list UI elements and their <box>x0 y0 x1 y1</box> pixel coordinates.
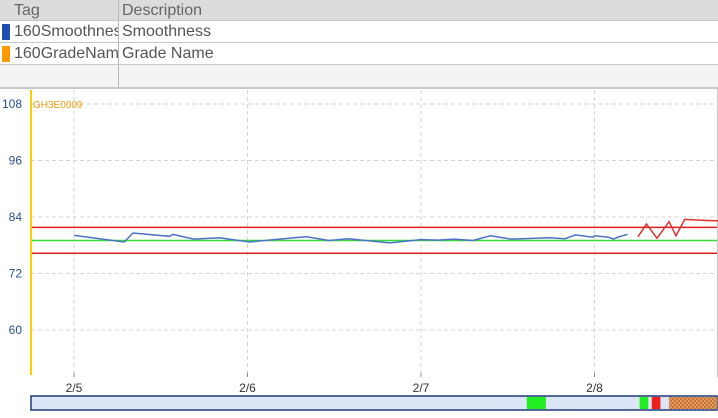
grade-segment <box>651 397 661 409</box>
y-tick-label: 96 <box>9 154 23 168</box>
table-row-empty[interactable] <box>0 65 718 88</box>
tag-column-header[interactable]: Tag <box>12 0 119 20</box>
table-row[interactable]: 160GradeName Grade Name <box>0 43 718 65</box>
trend-chart[interactable]: 108 96 84 72 60 2/5 2/6 2/7 2/8 GH3E0009 <box>0 88 718 413</box>
x-tick-label: 2/8 <box>586 381 603 395</box>
description-column-header[interactable]: Description <box>120 0 718 20</box>
trend-chart-svg[interactable]: 108 96 84 72 60 2/5 2/6 2/7 2/8 GH3E0009 <box>0 88 718 413</box>
x-tick-label: 2/5 <box>66 381 83 395</box>
table-row[interactable]: 160Smoothness Smoothness <box>0 21 718 43</box>
grade-bar-track <box>30 395 718 411</box>
table-header: Tag Description <box>0 0 718 21</box>
series-color-swatch <box>2 46 10 62</box>
grade-segment <box>669 397 717 409</box>
grade-segment <box>639 397 649 409</box>
grade-segment <box>526 397 546 409</box>
y-tick-label: 60 <box>9 323 23 337</box>
grade-annotation: GH3E0009 <box>33 100 83 111</box>
y-tick-label: 84 <box>9 210 23 224</box>
x-tick-label: 2/6 <box>239 381 256 395</box>
tag-table: Tag Description 160Smoothness Smoothness… <box>0 0 718 88</box>
y-tick-label: 108 <box>2 97 22 111</box>
swatch-column-header <box>0 0 12 20</box>
description-cell[interactable]: Grade Name <box>120 43 718 64</box>
tag-cell[interactable]: 160Smoothness <box>12 21 119 42</box>
y-tick-label: 72 <box>9 267 23 281</box>
description-cell[interactable]: Smoothness <box>120 21 718 42</box>
grade-bar[interactable] <box>30 395 718 411</box>
chart-background <box>0 88 718 413</box>
tag-cell[interactable]: 160GradeName <box>12 43 119 64</box>
series-color-swatch <box>2 24 10 40</box>
x-tick-label: 2/7 <box>413 381 430 395</box>
